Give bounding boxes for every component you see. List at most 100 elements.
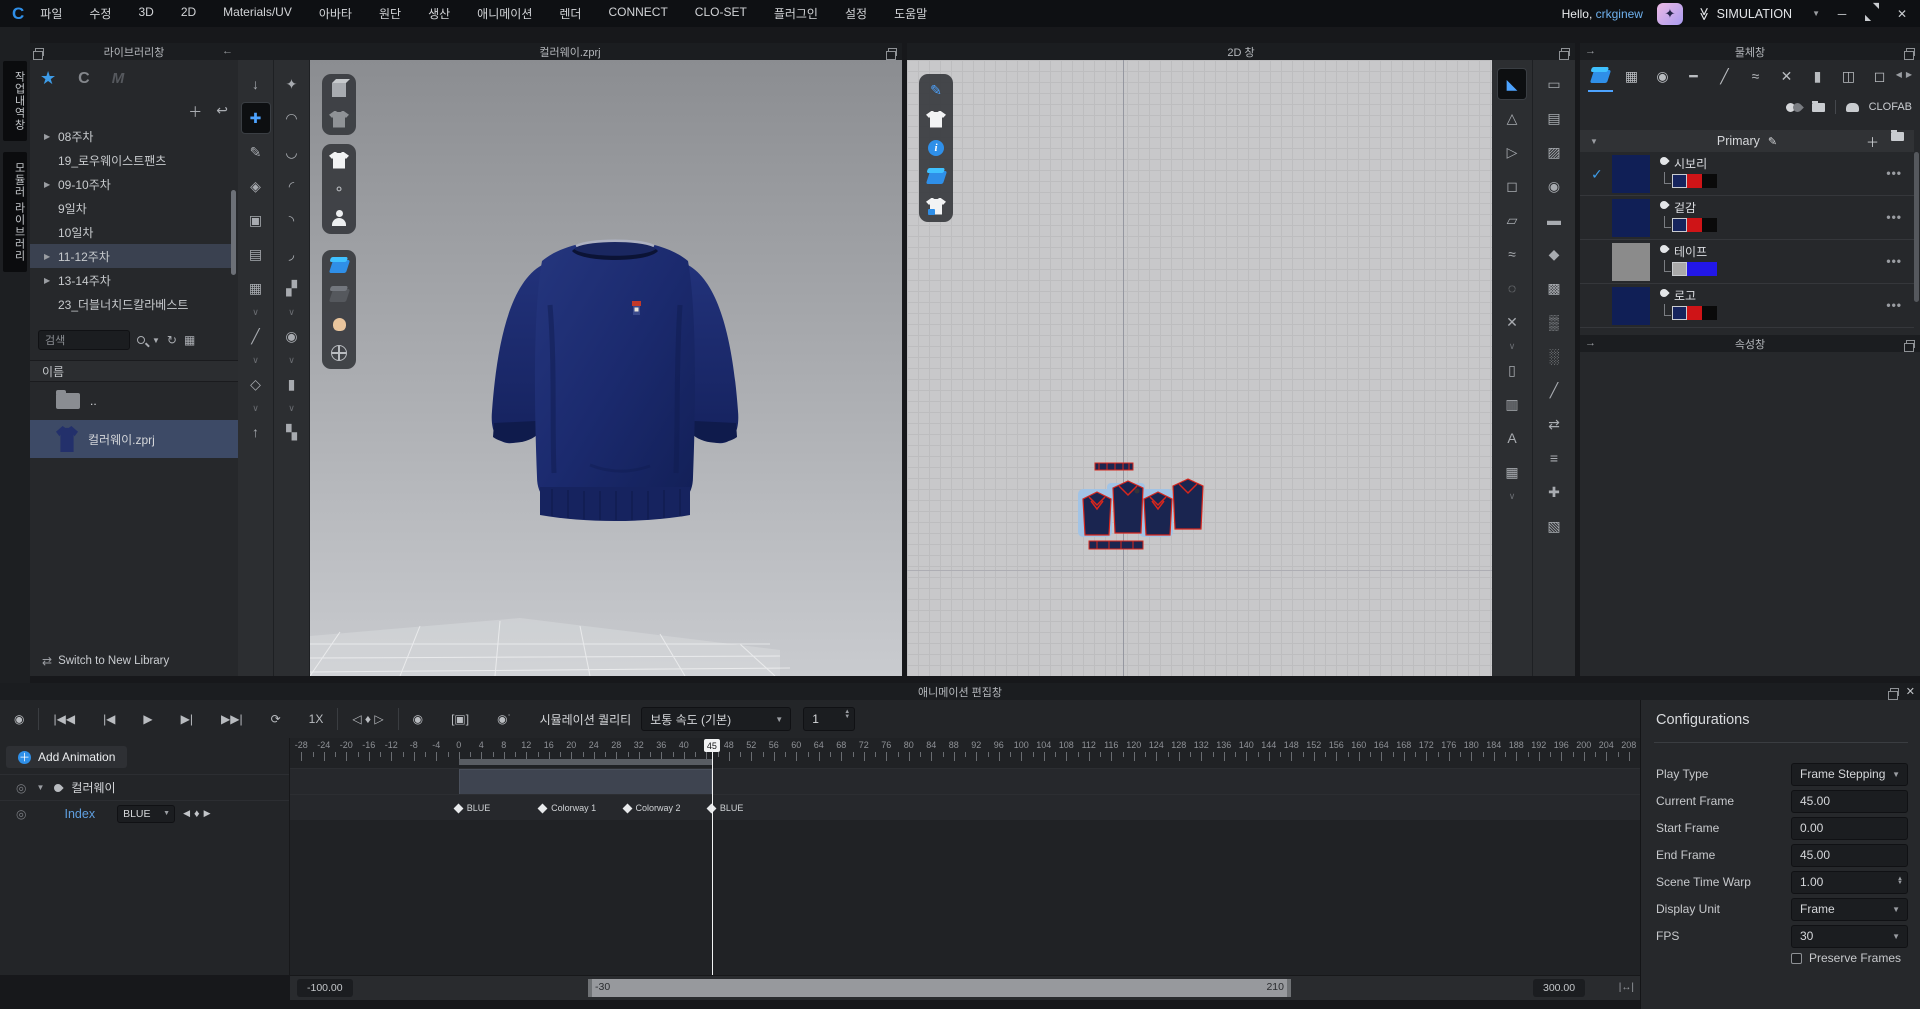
tab-fabric-icon[interactable] [1586, 62, 1615, 90]
next-frame-button[interactable]: ▶| [181, 712, 193, 726]
playhead[interactable] [712, 752, 713, 975]
show-fabric-front-icon[interactable] [329, 256, 349, 276]
menu-item-설정[interactable]: 설정 [845, 5, 867, 22]
tool-checker-back-icon[interactable]: ░ [1539, 340, 1569, 372]
speed-multiplier-input[interactable]: 1 ▲▼ [803, 707, 855, 731]
tool-more-pin[interactable]: ∨ [241, 354, 271, 366]
show-fabric-toggle-icon[interactable] [926, 167, 946, 187]
current-frame-marker[interactable]: 45 [704, 739, 720, 752]
show-fabric-back-icon[interactable] [329, 285, 349, 305]
menu-item-도움말[interactable]: 도움말 [894, 5, 927, 22]
tree-item[interactable]: 9일차 [30, 196, 232, 220]
colorway-row-시보리[interactable]: ✓시보리••• [1580, 152, 1914, 196]
config-select[interactable]: 30▼ [1791, 925, 1908, 948]
add-favorite-icon[interactable]: ＋ [188, 102, 202, 122]
menu-item-플러그인[interactable]: 플러그인 [774, 5, 818, 22]
menu-item-파일[interactable]: 파일 [40, 5, 62, 22]
tool-simulate-icon[interactable]: ▣ [241, 204, 271, 236]
tool-button-tool-icon[interactable]: ◉ [277, 320, 307, 352]
row-menu-icon[interactable]: ••• [1886, 166, 1902, 180]
tool-checker-front-icon[interactable]: ▒ [1539, 306, 1569, 338]
keyframe-diamond-icon[interactable] [622, 803, 632, 813]
library-scrollbar[interactable] [231, 190, 236, 275]
tab-trim-icon[interactable]: ◫ [1834, 62, 1863, 90]
tool-sew-segment-icon[interactable]: ◠ [277, 102, 307, 134]
grid-view-icon[interactable]: ▦ [184, 333, 195, 347]
range-handle-right[interactable] [1287, 979, 1291, 997]
tool-select-move-icon[interactable]: ✚ [241, 102, 271, 134]
garment-3d-sweatshirt[interactable] [480, 215, 750, 555]
expand-arrow-icon[interactable]: ▶ [44, 276, 58, 285]
tool-iron-icon[interactable]: ▬ [1539, 204, 1569, 236]
show-garment-icon[interactable] [329, 150, 349, 170]
maximize-button[interactable] [1864, 6, 1880, 21]
tool-print-layout-icon[interactable]: ▦ [1497, 456, 1527, 488]
tab-zipper-icon[interactable]: ▮ [1803, 62, 1832, 90]
tool-detach-sew-icon[interactable]: ◞ [277, 238, 307, 270]
tool-show-garment-2d-icon[interactable]: ◆ [1539, 238, 1569, 270]
playback-speed-button[interactable]: 1X [309, 712, 324, 726]
tool-transform-pattern-icon[interactable]: ◣ [1497, 68, 1527, 100]
clofab-label[interactable]: CLOFAB [1869, 101, 1912, 113]
menu-item-원단[interactable]: 원단 [379, 5, 401, 22]
tool-check-sew-icon[interactable]: ◉ [1539, 170, 1569, 202]
tool-more-texture[interactable]: ∨ [277, 306, 307, 318]
tool-edit-sew-icon[interactable]: ◝ [277, 204, 307, 236]
record-enable-icon[interactable]: ◎ [16, 807, 26, 821]
config-input[interactable]: 45.00 [1791, 790, 1908, 813]
keyframe-nav-button[interactable]: ◁ ♦ ▷ [352, 712, 383, 726]
range-min-box[interactable]: -100.00 [297, 979, 353, 997]
range-max-box[interactable]: 300.00 [1533, 979, 1585, 997]
index-value-select[interactable]: BLUE ▼ [117, 805, 175, 823]
menu-item-CONNECT[interactable]: CONNECT [608, 5, 667, 22]
tool-avatar-walk-icon[interactable]: ✦ [277, 68, 307, 100]
menu-item-CLO-SET[interactable]: CLO-SET [695, 5, 747, 22]
animation-clip-span[interactable] [459, 769, 712, 795]
row-menu-icon[interactable]: ••• [1886, 298, 1902, 312]
tool-more-zipper[interactable]: ∨ [277, 402, 307, 414]
tool-padding-tool-icon[interactable]: ▚ [277, 416, 307, 448]
expand-arrow-icon[interactable]: ▶ [44, 132, 58, 141]
tool-texture-editor-icon[interactable]: ▩ [1539, 272, 1569, 304]
minimize-button[interactable]: ─ [1834, 7, 1850, 21]
side-tab-history[interactable]: 작업내역창 [3, 61, 27, 141]
search-icon[interactable] [137, 336, 145, 344]
colorway-row-겉감[interactable]: 겉감••• [1580, 196, 1914, 240]
add-animation-button[interactable]: ＋ Add Animation [6, 746, 127, 768]
colorway-group-header[interactable]: ▼ Primary✎ ＋ [1580, 130, 1914, 152]
record-animation-button[interactable]: ◉ [413, 712, 423, 726]
play-button[interactable]: ▶ [143, 712, 152, 726]
tree-item[interactable]: ▶11-12주차 [30, 244, 232, 268]
viewport-2d[interactable]: ✎i [907, 60, 1492, 676]
search-options-icon[interactable]: ▼ [152, 336, 160, 345]
menu-item-렌더[interactable]: 렌더 [559, 5, 581, 22]
tool-simulate-segment-icon[interactable]: ▤ [241, 238, 271, 270]
tab-graphic-icon[interactable]: ▦ [1617, 62, 1646, 90]
tab-puckering-icon[interactable]: ✕ [1772, 62, 1801, 90]
colorway-thumbnail[interactable] [1612, 199, 1650, 237]
color-swatch[interactable] [1687, 174, 1702, 188]
tab-scroll-arrows[interactable]: ◀▶ [1896, 70, 1916, 79]
capture-range-button[interactable]: [▣] [451, 712, 469, 726]
tool-more-trace[interactable]: ∨ [1497, 340, 1527, 352]
previous-frame-button[interactable]: |◀ [103, 712, 115, 726]
mode-selector[interactable]: ≫ SIMULATION ▼ [1697, 6, 1820, 22]
tool-texture-bake-icon[interactable]: ▞ [277, 272, 307, 304]
clo-library-icon[interactable]: C [78, 70, 90, 88]
menu-item-Materials/UV[interactable]: Materials/UV [223, 5, 292, 22]
close-button[interactable]: ✕ [1894, 7, 1910, 21]
tool-fold-arrangement-icon[interactable]: ◇ [241, 368, 271, 400]
expand-track-icon[interactable]: ▼ [36, 783, 44, 792]
colorway-thumbnail[interactable] [1612, 287, 1650, 325]
search-input[interactable]: 검색 [38, 330, 130, 350]
md-library-icon[interactable]: M [112, 70, 125, 87]
color-swatch[interactable] [1672, 262, 1687, 276]
tool-polygon-pattern-icon[interactable]: ▱ [1497, 204, 1527, 236]
config-spinner[interactable]: 1.00▲▼ [1791, 871, 1908, 894]
group-track-lane[interactable] [290, 768, 1640, 794]
tool-edit-pattern-icon[interactable]: △ [1497, 102, 1527, 134]
group-folder-icon[interactable] [1891, 132, 1904, 141]
range-slider[interactable]: -30 210 [588, 979, 1291, 997]
tool-gizmo-mode-icon[interactable]: ↓ [241, 68, 271, 100]
color-swatch[interactable] [1702, 306, 1717, 320]
